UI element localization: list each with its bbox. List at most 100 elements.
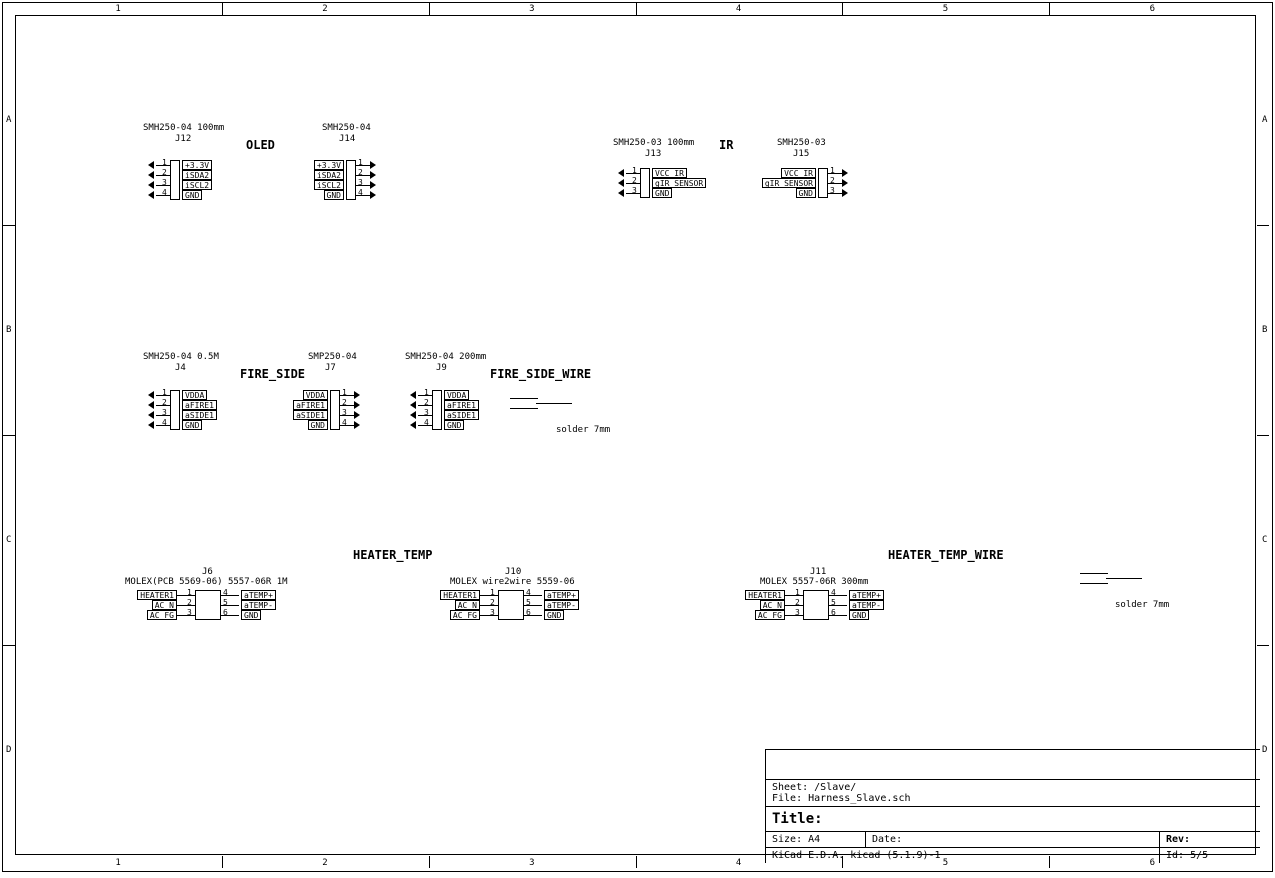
zone-row-left: B (6, 325, 11, 335)
size-label: Size: (772, 834, 802, 845)
value-J10: MOLEX wire2wire 5559-06 (450, 577, 575, 587)
refdes-J15: J15 (793, 149, 809, 159)
zone-row-right: B (1262, 325, 1267, 335)
net-label: iSDA2 (182, 170, 212, 180)
refdes-J9: J9 (436, 363, 447, 373)
date-label: Date: (872, 834, 902, 845)
net-label: VCC_IR (652, 168, 687, 178)
net-label: GND (241, 610, 261, 620)
rev-label: Rev: (1166, 834, 1190, 845)
connector-J12 (170, 160, 180, 200)
refdes-J4: J4 (175, 363, 186, 373)
net-label: AC_FG (147, 610, 177, 620)
zone-col-bottom: 3 (529, 858, 534, 868)
net-label: AC_N (152, 600, 177, 610)
connector-J9 (432, 390, 442, 430)
value-J14: SMH250-04 (322, 123, 371, 133)
zone-col-top: 4 (736, 4, 741, 14)
zone-col-bottom: 4 (736, 858, 741, 868)
net-label: GND (652, 188, 672, 198)
net-label: GND (182, 420, 202, 430)
connector-J10 (498, 590, 524, 620)
connector-J7 (330, 390, 340, 430)
net-label: HEATER1 (137, 590, 177, 600)
net-label: iSCL2 (314, 180, 344, 190)
connector-J13 (640, 168, 650, 198)
value-J6: MOLEX(PCB 5569-06) 5557-06R 1M (125, 577, 288, 587)
value-J11: MOLEX 5557-06R 300mm (760, 577, 868, 587)
net-label: aTEMP- (544, 600, 579, 610)
net-label: aTEMP- (241, 600, 276, 610)
net-label: aFIRE1 (182, 400, 217, 410)
zone-col-top: 6 (1150, 4, 1155, 14)
net-label: aFIRE1 (293, 400, 328, 410)
zone-col-top: 5 (943, 4, 948, 14)
title-label: Title: (772, 811, 823, 827)
net-label: AC_N (760, 600, 785, 610)
value-J12: SMH250-04 100mm (143, 123, 224, 133)
net-label: VDDA (444, 390, 469, 400)
net-label: GND (849, 610, 869, 620)
net-label: GND (796, 188, 816, 198)
zone-col-bottom: 1 (115, 858, 120, 868)
zone-col-top: 2 (322, 4, 327, 14)
value-J9: SMH250-04 200mm (405, 352, 486, 362)
value-J15: SMH250-03 (777, 138, 826, 148)
file-value: Harness_Slave.sch (808, 793, 910, 804)
sheet-label: Sheet: (772, 782, 808, 793)
net-label: aFIRE1 (444, 400, 479, 410)
group-label-heatertempwire: HEATER_TEMP_WIRE (888, 548, 1004, 562)
zone-row-right: D (1262, 745, 1267, 755)
value-J13: SMH250-03 100mm (613, 138, 694, 148)
net-label: AC_FG (450, 610, 480, 620)
net-label: VCC_IR (781, 168, 816, 178)
zone-row-left: D (6, 745, 11, 755)
id-label: Id: (1166, 850, 1184, 861)
net-label: HEATER1 (440, 590, 480, 600)
net-label: iSCL2 (182, 180, 212, 190)
sheet-value: /Slave/ (814, 782, 856, 793)
connector-J4 (170, 390, 180, 430)
net-label: HEATER1 (745, 590, 785, 600)
refdes-J6: J6 (202, 567, 213, 577)
zone-row-left: C (6, 535, 11, 545)
net-label: GND (544, 610, 564, 620)
zone-col-bottom: 2 (322, 858, 327, 868)
net-label: GND (324, 190, 344, 200)
generator-text: KiCad E.D.A. kicad (5.1.9)-1 (772, 850, 941, 861)
net-label: +3.3V (182, 160, 212, 170)
net-label: +3.3V (314, 160, 344, 170)
refdes-J7: J7 (325, 363, 336, 373)
connector-J14 (346, 160, 356, 200)
size-value: A4 (808, 834, 820, 845)
refdes-J12: J12 (175, 134, 191, 144)
group-label-oled: OLED (246, 138, 275, 152)
net-label: aTEMP+ (544, 590, 579, 600)
file-label: File: (772, 793, 802, 804)
id-value: 5/5 (1190, 850, 1208, 861)
zone-col-top: 3 (529, 4, 534, 14)
net-label: AC_N (455, 600, 480, 610)
net-label: aTEMP+ (849, 590, 884, 600)
net-label: aTEMP- (849, 600, 884, 610)
net-label: gIR_SENSOR (762, 178, 816, 188)
net-label: AC_FG (755, 610, 785, 620)
net-label: aSIDE1 (293, 410, 328, 420)
connector-J11 (803, 590, 829, 620)
zone-row-left: A (6, 115, 11, 125)
net-label: aTEMP+ (241, 590, 276, 600)
connector-J15 (818, 168, 828, 198)
net-label: gIR_SENSOR (652, 178, 706, 188)
net-label: aSIDE1 (444, 410, 479, 420)
zone-row-right: C (1262, 535, 1267, 545)
value-J4: SMH250-04 0.5M (143, 352, 219, 362)
net-label: VDDA (182, 390, 207, 400)
zone-row-right: A (1262, 115, 1267, 125)
zone-col-top: 1 (115, 4, 120, 14)
net-label: iSDA2 (314, 170, 344, 180)
solder-label-1: solder 7mm (556, 425, 610, 435)
refdes-J11: J11 (810, 567, 826, 577)
net-label: VDDA (303, 390, 328, 400)
solder-label-2: solder 7mm (1115, 600, 1169, 610)
net-label: GND (444, 420, 464, 430)
